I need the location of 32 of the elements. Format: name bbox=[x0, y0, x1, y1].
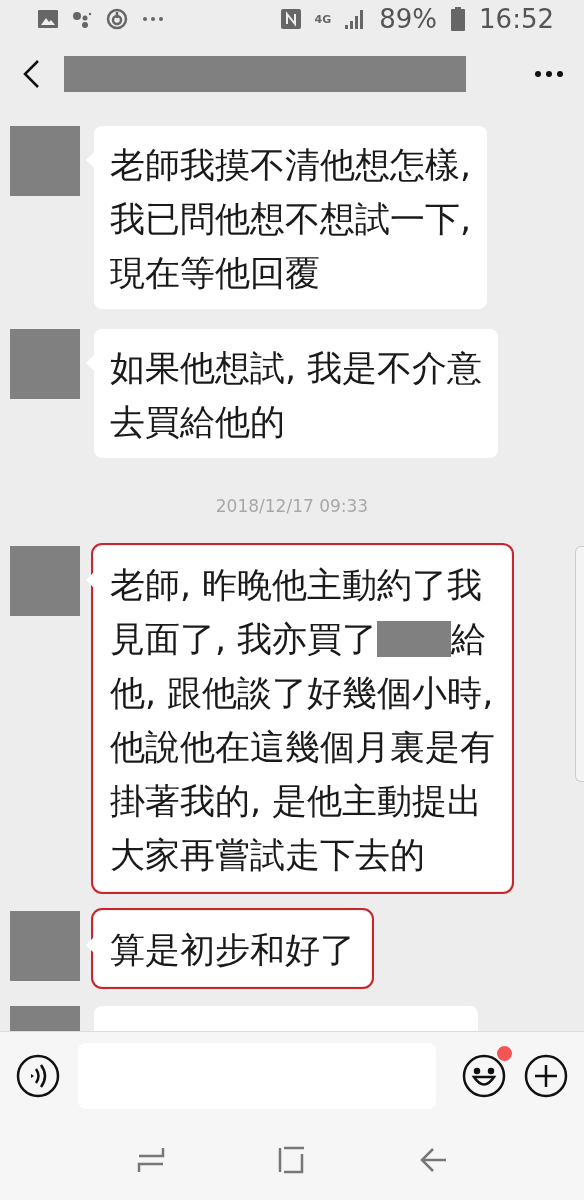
message-text: 算是初步和好了 bbox=[110, 929, 355, 972]
voice-icon[interactable] bbox=[16, 1054, 60, 1098]
message-text: 我已問他想不想試一下, bbox=[110, 198, 472, 241]
message-text: 老師我摸不清他想怎樣, bbox=[110, 144, 472, 187]
nfc-icon bbox=[280, 9, 301, 29]
timestamp: 2018/12/17 09:33 bbox=[215, 496, 369, 516]
message-text: 如果他想試, 我是不介意 bbox=[110, 347, 483, 390]
clock: 16:52 bbox=[479, 4, 554, 34]
message-text: 給 bbox=[451, 618, 487, 661]
message-text: 去買給他的 bbox=[110, 401, 285, 444]
message-text: 現在等他回覆 bbox=[110, 252, 320, 295]
signal-icon bbox=[345, 9, 366, 29]
battery-icon bbox=[451, 7, 466, 31]
recents-icon[interactable] bbox=[136, 1146, 165, 1174]
battery-percent: 89% bbox=[379, 4, 438, 34]
scroll-bar[interactable] bbox=[575, 546, 584, 782]
message-text: 掛著我的, 是他主動提出 bbox=[110, 780, 483, 823]
message-text: 大家再嘗試走下去的 bbox=[110, 834, 425, 877]
home-icon[interactable] bbox=[278, 1146, 306, 1174]
gallery-icon bbox=[38, 10, 58, 28]
add-icon[interactable] bbox=[524, 1054, 568, 1098]
message-text: 他說他在這幾個月裏是有 bbox=[110, 726, 495, 769]
message-text: 見面了, 我亦買了 bbox=[110, 618, 378, 661]
dots-icon bbox=[72, 10, 92, 28]
message-text: 老師, 昨晚他主動約了我 bbox=[110, 564, 483, 607]
network-label: 4G bbox=[314, 12, 332, 26]
message-text: 他, 跟他談了好幾個小時, bbox=[110, 672, 494, 715]
emoji-icon[interactable] bbox=[462, 1054, 506, 1098]
sync-icon bbox=[106, 8, 128, 30]
more-icon[interactable] bbox=[534, 70, 564, 78]
back-icon[interactable] bbox=[22, 59, 40, 89]
more-icon bbox=[142, 16, 164, 22]
